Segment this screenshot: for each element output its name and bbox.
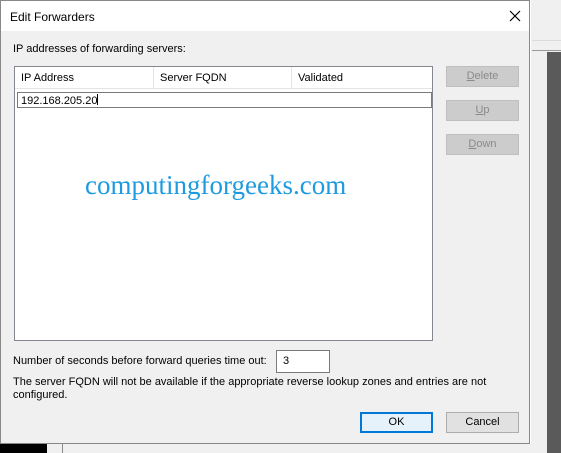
delete-button[interactable]: Delete xyxy=(446,66,519,87)
ip-address-value: 192.168.205.20 xyxy=(21,95,98,107)
ip-address-edit-field[interactable]: 192.168.205.20 xyxy=(17,92,432,108)
timeout-label: Number of seconds before forward queries… xyxy=(13,355,267,367)
background-window-bottom xyxy=(0,444,547,453)
close-button[interactable] xyxy=(501,5,529,27)
ip-section-label: IP addresses of forwarding servers: xyxy=(13,43,186,55)
up-button[interactable]: Up xyxy=(446,100,519,121)
background-divider xyxy=(62,444,63,453)
down-button[interactable]: Down xyxy=(446,134,519,155)
forwarders-list[interactable]: IP Address Server FQDN Validated 192.168… xyxy=(14,66,433,341)
column-header-ip-address[interactable]: IP Address xyxy=(15,67,154,89)
background-dark-area xyxy=(0,444,47,453)
list-header: IP Address Server FQDN Validated xyxy=(15,67,432,90)
watermark: computingforgeeks.com xyxy=(85,170,347,200)
cancel-button[interactable]: Cancel xyxy=(446,412,519,433)
background-panel xyxy=(547,52,561,453)
background-divider xyxy=(532,40,561,41)
edit-forwarders-dialog: Edit Forwarders IP addresses of forwardi… xyxy=(0,0,530,444)
fqdn-note: The server FQDN will not be available if… xyxy=(13,376,487,401)
timeout-input[interactable]: 3 xyxy=(276,350,330,373)
ok-button[interactable]: OK xyxy=(360,412,433,433)
column-header-server-fqdn[interactable]: Server FQDN xyxy=(154,67,292,89)
title-bar[interactable]: Edit Forwarders xyxy=(1,1,529,31)
close-icon xyxy=(509,10,521,22)
column-header-validated[interactable]: Validated xyxy=(292,67,432,89)
background-divider xyxy=(532,50,561,51)
text-caret xyxy=(97,94,99,105)
window-title: Edit Forwarders xyxy=(10,10,95,24)
